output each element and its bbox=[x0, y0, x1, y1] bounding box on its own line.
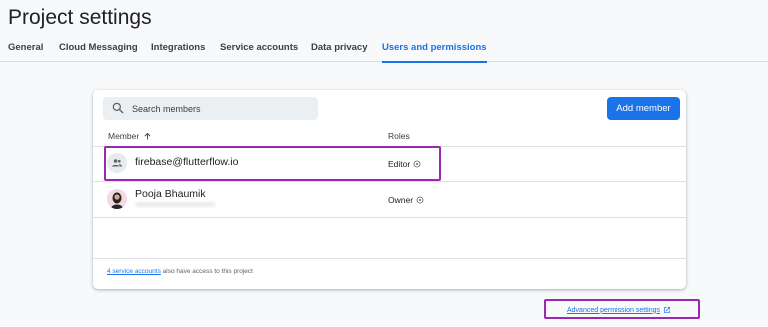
avatar bbox=[107, 189, 127, 209]
search-input[interactable] bbox=[132, 97, 312, 120]
member-name: Pooja Bhaumik bbox=[135, 188, 206, 200]
tab-integrations[interactable]: Integrations bbox=[151, 42, 205, 62]
search-box[interactable] bbox=[103, 97, 318, 120]
tab-cloud-messaging[interactable]: Cloud Messaging bbox=[59, 42, 138, 62]
add-member-button[interactable]: Add member bbox=[607, 97, 680, 120]
tab-users-and-permissions[interactable]: Users and permissions bbox=[382, 42, 487, 63]
search-icon bbox=[112, 102, 124, 114]
role-label: Owner bbox=[388, 195, 414, 205]
footer-text: also have access to this project bbox=[160, 268, 253, 275]
divider bbox=[93, 258, 686, 259]
arrow-up-icon bbox=[144, 132, 151, 139]
tab-service-accounts[interactable]: Service accounts bbox=[220, 42, 298, 62]
advanced-permission-settings-link[interactable]: Advanced permission settings bbox=[567, 306, 671, 314]
member-email-redacted bbox=[135, 202, 215, 207]
member-column-label: Member bbox=[108, 131, 140, 141]
role-label: Editor bbox=[388, 159, 411, 169]
member-name: firebase@flutterflow.io bbox=[135, 156, 239, 168]
open-in-new-icon bbox=[664, 307, 670, 313]
page-title: Project settings bbox=[8, 6, 152, 29]
service-accounts-link[interactable]: 4 service accounts bbox=[107, 268, 161, 275]
group-icon bbox=[112, 159, 122, 167]
roles-column-header: Roles bbox=[388, 131, 410, 141]
advanced-link-label: Advanced permission settings bbox=[567, 306, 660, 314]
info-icon[interactable] bbox=[416, 196, 424, 204]
divider bbox=[93, 146, 686, 147]
member-column-header[interactable]: Member bbox=[108, 131, 152, 141]
divider bbox=[93, 217, 686, 218]
avatar bbox=[107, 153, 127, 173]
member-role[interactable]: Owner bbox=[388, 195, 424, 205]
tab-bar: General Cloud Messaging Integrations Ser… bbox=[0, 42, 768, 63]
members-card: Add member Member Roles firebase@flutter… bbox=[93, 90, 686, 289]
tab-general[interactable]: General bbox=[8, 42, 43, 62]
divider bbox=[93, 181, 686, 182]
info-icon[interactable] bbox=[413, 160, 421, 168]
user-photo bbox=[107, 189, 127, 209]
service-accounts-note: 4 service accounts also have access to t… bbox=[107, 268, 253, 275]
tab-data-privacy[interactable]: Data privacy bbox=[311, 42, 368, 62]
member-role[interactable]: Editor bbox=[388, 159, 421, 169]
